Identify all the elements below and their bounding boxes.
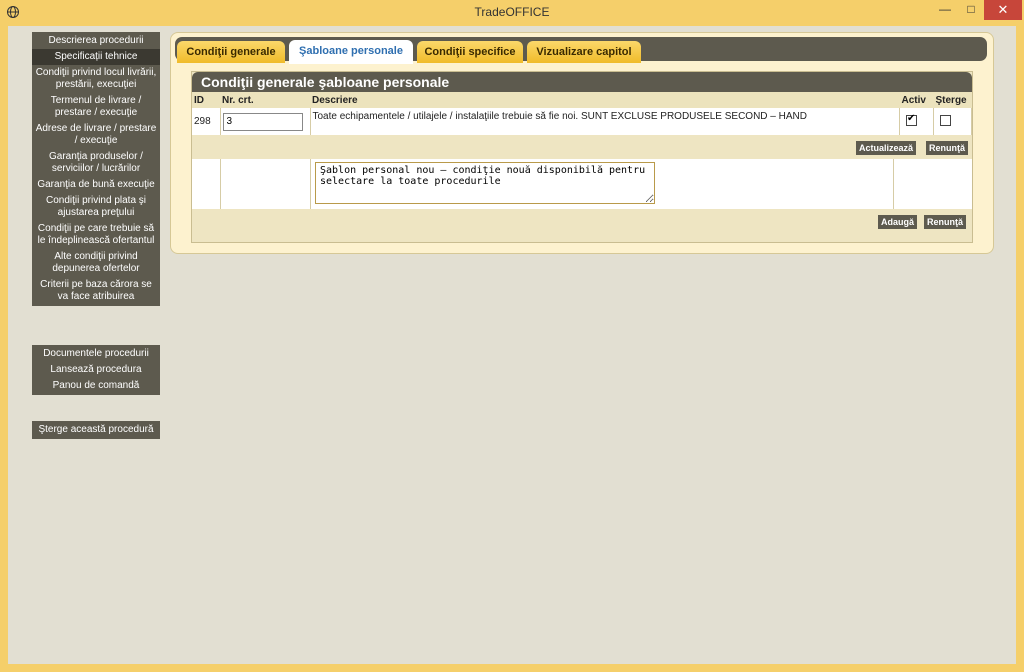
panel-title: Condiţii generale şabloane personale	[192, 72, 972, 92]
nr-crt-input[interactable]	[222, 112, 303, 131]
new-template-textarea[interactable]: Şablon personal nou – condiţie nouă disp…	[315, 162, 655, 204]
minimize-icon: —	[939, 2, 951, 16]
sidebar-item-sterge-procedura[interactable]: Şterge această procedură	[32, 422, 160, 438]
new-template-id-cell	[192, 159, 221, 209]
client-area: Descrierea procedurii Specificații tehni…	[8, 26, 1016, 664]
tab-conditii-generale[interactable]: Condiţii generale	[177, 41, 285, 63]
sidebar-item-garantia-executie[interactable]: Garanţia de bună execuţie	[32, 177, 160, 193]
tab-bar: Condiţii generale Şabloane personale Con…	[175, 37, 987, 64]
maximize-icon: □	[967, 2, 975, 16]
row-descriere: Toate echipamentele / utilajele / instal…	[310, 108, 900, 135]
sidebar-item-panou[interactable]: Panou de comandă	[32, 378, 160, 394]
sidebar-item-lanseaza[interactable]: Lansează procedura	[32, 362, 160, 378]
row-sterge-cell	[933, 108, 972, 135]
sidebar-item-conditii-ofertant[interactable]: Condiţii pe care trebuie să le îndepline…	[32, 221, 160, 249]
activ-checkbox[interactable]	[906, 113, 917, 126]
column-header-activ: Activ	[899, 92, 934, 108]
table-row: 298 Toate echipamentele / utilajele / in…	[192, 108, 972, 135]
update-button[interactable]: Actualizează	[856, 141, 917, 155]
sidebar-item-termen-livrare[interactable]: Termenul de livrare / prestare / execuţi…	[32, 93, 160, 121]
row-nr-cell	[220, 108, 311, 135]
close-icon: ✕	[997, 2, 1009, 17]
row-id: 298	[192, 108, 221, 135]
sidebar-item-documente[interactable]: Documentele procedurii	[32, 346, 160, 362]
column-header-sterge: Şterge	[933, 92, 972, 108]
add-button[interactable]: Adaugă	[878, 215, 918, 229]
title-bar[interactable]: TradeOFFICE — □ ✕	[0, 0, 1024, 26]
table-header-row: ID Nr. crt. Descriere Activ Şterge	[192, 92, 972, 108]
row-activ-cell	[899, 108, 934, 135]
new-template-divider-right	[893, 159, 894, 209]
sidebar-item-criterii-atribuire[interactable]: Criterii pe baza cărora se va face atrib…	[32, 277, 160, 305]
column-header-descriere: Descriere	[310, 92, 900, 108]
sidebar-item-specificatii[interactable]: Specificații tehnice	[32, 49, 160, 65]
tab-vizualizare-capitol[interactable]: Vizualizare capitol	[527, 41, 641, 63]
sidebar-item-adrese-livrare[interactable]: Adrese de livrare / prestare / execuţie	[32, 121, 160, 149]
nav-group-delete: Şterge această procedură	[32, 421, 160, 439]
tab-conditii-specifice[interactable]: Condiţii specifice	[417, 41, 523, 63]
column-header-nr: Nr. crt.	[220, 92, 310, 108]
content-panel: Condiţii generale Şabloane personale Con…	[170, 32, 994, 254]
cancel-add-button[interactable]: Renunţă	[924, 215, 966, 229]
sidebar-item-plata[interactable]: Condiţii privind plata şi ajustarea preţ…	[32, 193, 160, 221]
close-button[interactable]: ✕	[984, 0, 1022, 20]
templates-panel: Condiţii generale şabloane personale ID …	[191, 71, 973, 243]
tab-sabloane-personale[interactable]: Şabloane personale	[289, 40, 413, 64]
app-window: TradeOFFICE — □ ✕ Descrierea procedurii …	[0, 0, 1024, 672]
update-actions: Actualizează Renunţă	[192, 135, 972, 159]
window-title: TradeOFFICE	[474, 5, 550, 19]
sterge-checkbox[interactable]	[940, 114, 951, 126]
add-actions: Adaugă Renunţă	[192, 209, 972, 233]
templates-table: ID Nr. crt. Descriere Activ Şterge 298 T…	[192, 92, 972, 135]
cancel-update-button[interactable]: Renunţă	[926, 141, 968, 155]
sidebar-item-garantia-produselor[interactable]: Garanţia produselor / serviciilor / lucr…	[32, 149, 160, 177]
nav-group-actions: Documentele procedurii Lansează procedur…	[32, 345, 160, 395]
new-template-divider	[310, 159, 311, 209]
maximize-button[interactable]: □	[958, 0, 984, 20]
nav-group-procedure: Descrierea procedurii Specificații tehni…	[32, 32, 160, 306]
sidebar-item-descriere[interactable]: Descrierea procedurii	[32, 33, 160, 49]
sidebar-item-depunere-oferte[interactable]: Alte condiţii privind depunerea ofertelo…	[32, 249, 160, 277]
column-header-id: ID	[192, 92, 220, 108]
minimize-button[interactable]: —	[932, 0, 958, 20]
sidebar-item-loc-livrare[interactable]: Condiţii privind locul livrării, prestăr…	[32, 65, 160, 93]
sidebar: Descrierea procedurii Specificații tehni…	[32, 32, 160, 439]
new-template-row: Şablon personal nou – condiţie nouă disp…	[192, 159, 972, 209]
